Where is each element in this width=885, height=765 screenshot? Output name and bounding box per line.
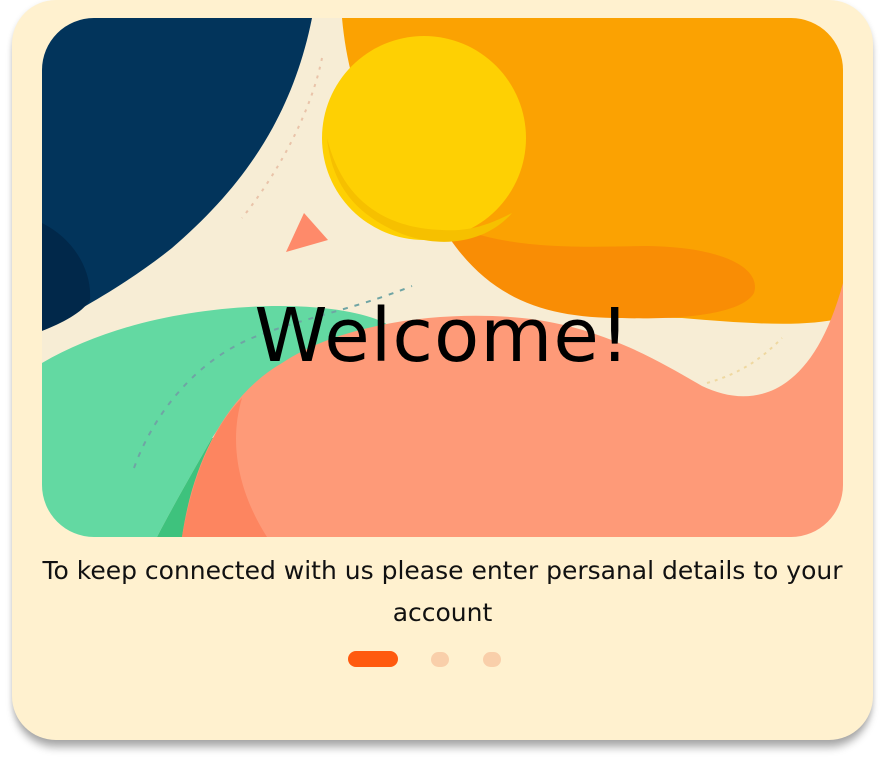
abstract-shapes-illustration <box>42 18 843 537</box>
page-dot-2[interactable] <box>431 651 449 667</box>
page-dot-1-active[interactable] <box>348 651 398 667</box>
onboarding-subtitle: To keep connected with us please enter p… <box>42 556 843 627</box>
page-indicator <box>348 651 501 667</box>
welcome-title: Welcome! <box>254 293 631 379</box>
onboarding-card: Welcome! To keep connected with us pleas… <box>12 0 873 740</box>
hero-illustration: Welcome! <box>42 18 843 537</box>
page-dot-3[interactable] <box>483 651 501 667</box>
